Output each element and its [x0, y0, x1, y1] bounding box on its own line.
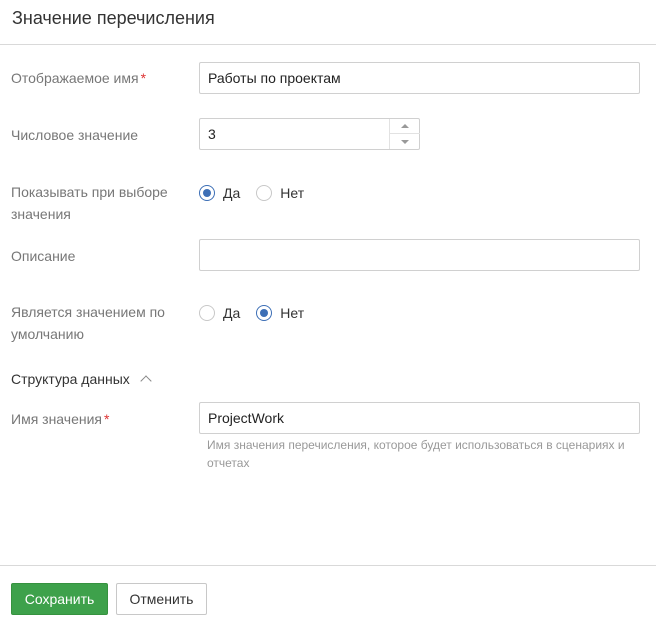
data-structure-toggle[interactable]: Структура данных: [11, 371, 152, 387]
chevron-up-icon[interactable]: [140, 375, 152, 387]
value-name-hint: Имя значения перечисления, которое будет…: [207, 438, 625, 470]
display-name-input[interactable]: [199, 62, 640, 94]
show-on-select-radio-group: Да Нет: [199, 185, 320, 201]
cancel-button[interactable]: Отменить: [116, 583, 207, 615]
value-name-label-text: Имя значения: [11, 411, 102, 427]
radio-label: Да: [223, 305, 241, 321]
description-label: Описание: [11, 248, 76, 264]
is-default-yes[interactable]: Да: [199, 305, 240, 321]
radio-label: Нет: [280, 305, 305, 321]
decrement-button[interactable]: [390, 134, 420, 149]
is-default-label: Является значением по умолчанию: [11, 304, 165, 342]
radio-label: Нет: [280, 185, 305, 201]
enum-value-dialog: Значение перечисления Отображаемое имя * …: [0, 0, 656, 623]
save-button[interactable]: Сохранить: [11, 583, 108, 615]
radio-unchecked-icon[interactable]: [256, 185, 273, 201]
is-default-radio-group: Да Нет: [199, 305, 320, 321]
radio-label: Да: [223, 185, 241, 201]
dialog-title: Значение перечисления: [0, 0, 656, 45]
value-name-input[interactable]: [199, 402, 640, 434]
radio-checked-icon[interactable]: [199, 185, 215, 201]
show-on-select-yes[interactable]: Да: [199, 185, 240, 201]
section-title: Структура данных: [11, 371, 130, 387]
is-default-no[interactable]: Нет: [256, 305, 304, 321]
chevron-down-icon: [401, 139, 409, 144]
spin-buttons: [389, 119, 420, 149]
value-name-label: Имя значения *: [11, 408, 109, 430]
display-name-label-text: Отображаемое имя: [11, 70, 139, 86]
radio-checked-icon[interactable]: [256, 305, 273, 321]
increment-button[interactable]: [390, 119, 420, 134]
description-input[interactable]: [199, 239, 640, 271]
numeric-value-stepper[interactable]: 3: [199, 118, 420, 150]
dialog-footer: Сохранить Отменить: [0, 565, 656, 623]
radio-unchecked-icon[interactable]: [199, 305, 215, 321]
show-on-select-label: Показывать при выборе значения: [11, 184, 168, 222]
chevron-up-icon: [401, 124, 409, 128]
numeric-value[interactable]: 3: [208, 119, 216, 149]
show-on-select-no[interactable]: Нет: [256, 185, 304, 201]
numeric-value-label: Числовое значение: [11, 127, 139, 143]
display-name-label: Отображаемое имя *: [11, 67, 146, 89]
required-mark: *: [104, 411, 110, 427]
required-mark: *: [140, 70, 147, 86]
